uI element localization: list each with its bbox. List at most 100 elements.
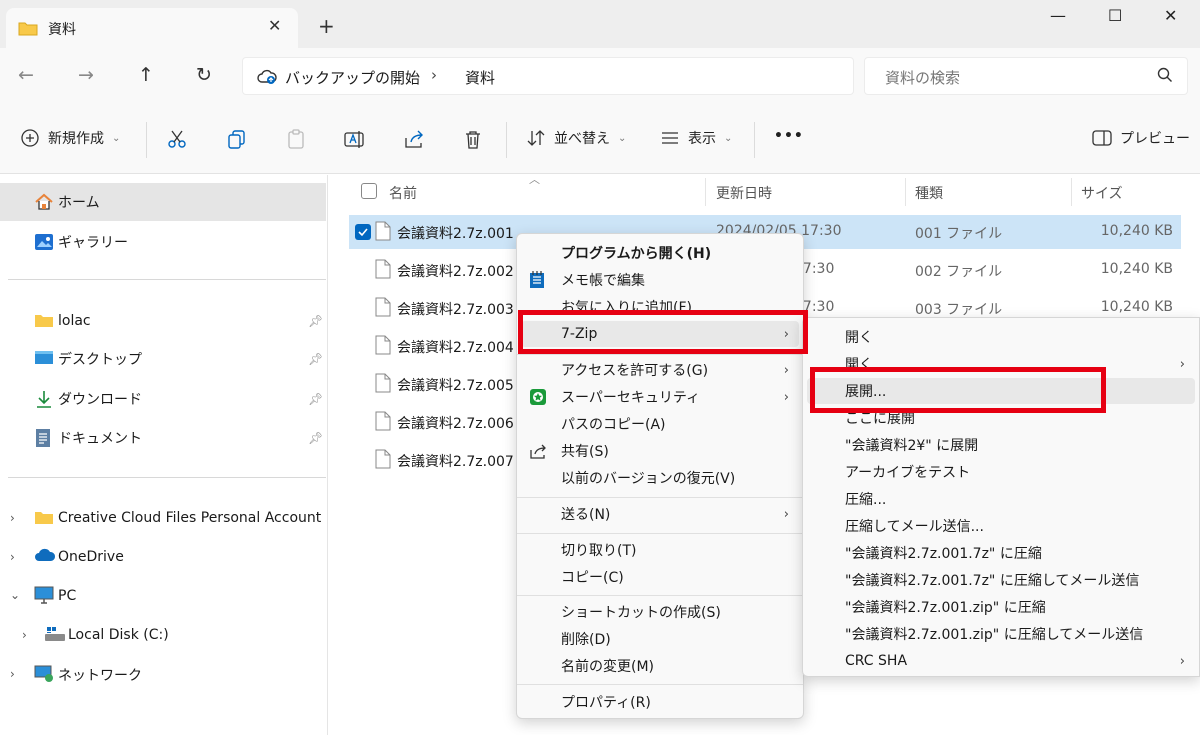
- search-icon[interactable]: [1157, 67, 1173, 87]
- menu-item-cut[interactable]: 切り取り(T): [521, 537, 799, 563]
- breadcrumb-backup[interactable]: バックアップの開始: [285, 67, 420, 88]
- menu-item-add-to-zip[interactable]: "会議資料2.7z.001.zip" に圧縮: [807, 594, 1195, 620]
- menu-item-rename[interactable]: 名前の変更(M): [521, 653, 799, 679]
- menu-item-properties[interactable]: プロパティ(R): [521, 689, 799, 715]
- menu-item-open-with[interactable]: プログラムから開く(H): [521, 240, 799, 266]
- pin-icon[interactable]: 📌︎: [308, 314, 323, 328]
- navigation-bar: ← → ↑ ↻ バックアップの開始 › 資料 資料の検索: [0, 48, 1200, 106]
- menu-item-add-to-archive[interactable]: 圧縮...: [807, 486, 1195, 512]
- column-size[interactable]: サイズ: [1081, 183, 1123, 203]
- menu-item-copy[interactable]: コピー(C): [521, 564, 799, 590]
- close-tab-icon[interactable]: ✕: [268, 16, 281, 35]
- share-icon[interactable]: [403, 128, 425, 154]
- column-name[interactable]: 名前: [389, 183, 417, 203]
- more-options-button[interactable]: •••: [774, 128, 804, 144]
- sidebar-item-network[interactable]: ネットワーク: [0, 656, 326, 694]
- new-label: 新規作成: [48, 131, 104, 147]
- sidebar-item-creative-cloud[interactable]: Creative Cloud Files Personal Account ri…: [0, 499, 326, 537]
- sidebar-item-pc[interactable]: PC: [0, 577, 326, 615]
- menu-item-give-access[interactable]: アクセスを許可する(G) ›: [521, 357, 799, 383]
- sidebar-item-label: Creative Cloud Files Personal Account ri…: [58, 510, 326, 526]
- new-button[interactable]: 新規作成 ⌄: [20, 128, 120, 148]
- title-bar: 資料 ✕ + — ☐ ✕: [0, 0, 1200, 48]
- sort-button[interactable]: 並べ替え ⌄: [526, 128, 626, 148]
- file-type: 001 ファイル: [915, 226, 1003, 242]
- menu-item-label: 圧縮...: [845, 492, 887, 508]
- file-name: 会議資料2.7z.004: [397, 340, 514, 356]
- close-window-button[interactable]: ✕: [1164, 6, 1177, 25]
- sidebar-item-onedrive[interactable]: OneDrive: [0, 538, 326, 576]
- sidebar-item-gallery[interactable]: ギャラリー: [0, 223, 326, 261]
- file-size: 10,240 KB: [1100, 261, 1173, 277]
- back-button[interactable]: ←: [18, 65, 34, 85]
- chevron-right-icon[interactable]: ›: [431, 66, 437, 84]
- paste-icon: [285, 128, 307, 154]
- menu-item-delete[interactable]: 削除(D): [521, 626, 799, 652]
- menu-item-share[interactable]: 共有(S): [521, 438, 799, 464]
- menu-item-create-shortcut[interactable]: ショートカットの作成(S): [521, 599, 799, 625]
- menu-item-extract-to-folder[interactable]: "会議資料2¥" に展開: [807, 432, 1195, 458]
- file-icon: [375, 449, 391, 473]
- menu-item-label: 共有(S): [561, 444, 609, 460]
- menu-item-label: "会議資料2.7z.001.zip" に圧縮: [845, 600, 1046, 616]
- menu-item-label: スーパーセキュリティ: [561, 390, 701, 406]
- sidebar-item-label: ダウンロード: [58, 392, 142, 408]
- pin-icon[interactable]: 📌︎: [308, 352, 323, 366]
- preview-button[interactable]: プレビュー: [1092, 128, 1190, 148]
- highlight-extract-box: [810, 367, 1106, 413]
- search-input[interactable]: 資料の検索: [885, 67, 960, 88]
- sidebar-item-desktop[interactable]: デスクトップ: [0, 340, 326, 378]
- menu-item-label: アーカイブをテスト: [845, 465, 971, 481]
- copy-icon[interactable]: [226, 128, 248, 154]
- cut-icon[interactable]: [166, 128, 188, 154]
- view-button[interactable]: 表示 ⌄: [660, 128, 732, 148]
- pin-icon[interactable]: 📌︎: [308, 431, 323, 445]
- file-name: 会議資料2.7z.005: [397, 378, 514, 394]
- menu-item-add-to-7z-email[interactable]: "会議資料2.7z.001.7z" に圧縮してメール送信: [807, 567, 1195, 593]
- file-name: 会議資料2.7z.003: [397, 302, 514, 318]
- pin-icon[interactable]: 📌︎: [308, 392, 323, 406]
- maximize-button[interactable]: ☐: [1108, 6, 1122, 25]
- share-icon: [529, 442, 547, 464]
- new-tab-button[interactable]: +: [318, 16, 335, 36]
- sidebar-item-documents[interactable]: ドキュメント: [0, 419, 326, 457]
- chevron-right-icon: ›: [1179, 356, 1185, 372]
- column-type[interactable]: 種類: [915, 183, 943, 203]
- tab-active[interactable]: 資料 ✕: [6, 8, 298, 48]
- sidebar-item-label: Local Disk (C:): [68, 627, 169, 643]
- menu-item-edit-notepad[interactable]: メモ帳で編集: [521, 267, 799, 293]
- select-all-checkbox[interactable]: [361, 183, 377, 199]
- menu-item-crc-sha[interactable]: CRC SHA ›: [807, 648, 1195, 674]
- search-box[interactable]: 資料の検索: [864, 57, 1188, 95]
- menu-item-compress-email[interactable]: 圧縮してメール送信...: [807, 513, 1195, 539]
- refresh-button[interactable]: ↻: [196, 65, 212, 85]
- sidebar-item-label: OneDrive: [58, 549, 124, 565]
- address-bar[interactable]: バックアップの開始 › 資料: [242, 57, 854, 95]
- up-button[interactable]: ↑: [138, 65, 154, 85]
- forward-button[interactable]: →: [78, 65, 94, 85]
- sidebar-item-lolac[interactable]: lolac: [0, 302, 326, 340]
- checked-checkbox[interactable]: [355, 224, 371, 240]
- breadcrumb-folder[interactable]: 資料: [465, 67, 495, 88]
- rename-icon[interactable]: [343, 128, 365, 154]
- download-icon: [34, 389, 54, 409]
- menu-item-super-security[interactable]: スーパーセキュリティ ›: [521, 384, 799, 410]
- sidebar-item-local-disk[interactable]: Local Disk (C:): [0, 616, 326, 654]
- menu-item-open-archive[interactable]: 開く: [807, 324, 1195, 350]
- menu-item-test-archive[interactable]: アーカイブをテスト: [807, 459, 1195, 485]
- folder-icon: [34, 508, 54, 528]
- menu-item-add-to-7z[interactable]: "会議資料2.7z.001.7z" に圧縮: [807, 540, 1195, 566]
- plus-circle-icon: [21, 129, 39, 147]
- menu-item-send-to[interactable]: 送る(N) ›: [521, 501, 799, 527]
- divider: [754, 122, 755, 158]
- menu-item-add-to-zip-email[interactable]: "会議資料2.7z.001.zip" に圧縮してメール送信: [807, 621, 1195, 647]
- divider: [905, 178, 906, 206]
- menu-item-restore-version[interactable]: 以前のバージョンの復元(V): [521, 465, 799, 491]
- sidebar-item-downloads[interactable]: ダウンロード: [0, 380, 326, 418]
- delete-icon[interactable]: [462, 128, 484, 154]
- menu-item-copy-path[interactable]: パスのコピー(A): [521, 411, 799, 437]
- sidebar-item-home[interactable]: ホーム: [0, 183, 326, 221]
- file-size: 10,240 KB: [1100, 223, 1173, 239]
- column-date[interactable]: 更新日時: [716, 183, 772, 203]
- minimize-button[interactable]: —: [1050, 6, 1066, 25]
